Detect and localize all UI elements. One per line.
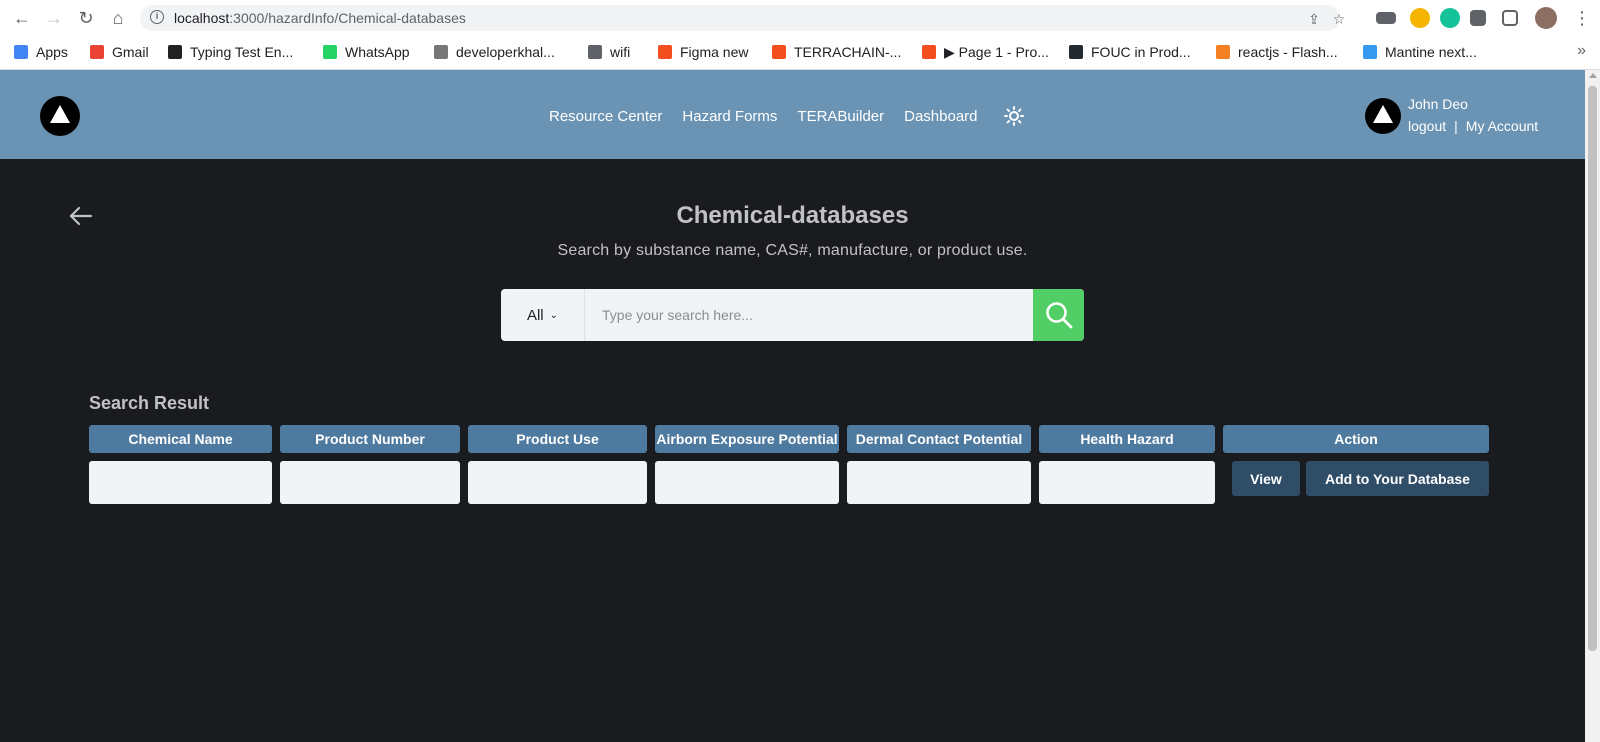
logout-link[interactable]: logout (1408, 118, 1446, 134)
bookmark-item[interactable]: TERRACHAIN-... (772, 42, 901, 62)
table-cell (468, 461, 647, 504)
bookmark-label: reactjs - Flash... (1238, 44, 1338, 60)
bookmark-favicon-icon (772, 45, 786, 59)
chevron-down-icon: ⌄ (549, 309, 559, 321)
extension-icon[interactable] (1376, 12, 1396, 24)
user-avatar[interactable] (1365, 98, 1401, 134)
bookmark-label: WhatsApp (345, 44, 410, 60)
bookmark-label: ▶ Page 1 - Pro... (944, 43, 1049, 60)
search-button[interactable] (1033, 289, 1084, 341)
scroll-up-icon[interactable] (1589, 73, 1597, 78)
my-account-link[interactable]: My Account (1466, 118, 1538, 134)
column-header: Dermal Contact Potential (847, 425, 1031, 453)
home-icon[interactable]: ⌂ (106, 6, 130, 30)
bookmark-item[interactable]: ▶ Page 1 - Pro... (922, 42, 1049, 62)
forward-icon[interactable]: → (42, 6, 66, 30)
sun-icon[interactable] (1004, 106, 1024, 126)
search-bar: All ⌄ (501, 289, 1084, 341)
add-to-database-button[interactable]: Add to Your Database (1306, 461, 1489, 496)
bookmark-favicon-icon (434, 45, 448, 59)
page-subtitle: Search by substance name, CAS#, manufact… (557, 242, 1028, 259)
search-filter-value: All (526, 306, 544, 324)
bookmark-favicon-icon (14, 45, 28, 59)
bookmark-label: Typing Test En... (190, 44, 294, 60)
link-separator: | (1454, 118, 1458, 134)
bookmark-favicon-icon (90, 45, 104, 59)
bookmark-label: FOUC in Prod... (1091, 44, 1191, 60)
nav-terabuilder[interactable]: TERABuilder (797, 108, 884, 125)
column-header: Chemical Name (89, 425, 272, 453)
table-cell (655, 461, 839, 504)
scrollbar-thumb[interactable] (1588, 86, 1597, 651)
side-panel-icon[interactable] (1502, 10, 1518, 26)
puzzle-icon[interactable] (1470, 10, 1486, 26)
bookmark-label: Figma new (680, 44, 749, 60)
browser-chrome: ← → ↻ ⌂ i localhost:3000/hazardInfo/Chem… (0, 0, 1600, 70)
bookmark-favicon-icon (168, 45, 182, 59)
bookmarks-overflow-icon[interactable]: » (1577, 42, 1586, 60)
user-name: John Deo (1408, 96, 1468, 112)
column-header: Action (1223, 425, 1489, 453)
table-cell (89, 461, 272, 504)
bookmark-item[interactable]: developerkhal... (434, 42, 555, 62)
profile-avatar[interactable] (1535, 7, 1557, 29)
column-header: Health Hazard (1039, 425, 1215, 453)
bookmark-label: Mantine next... (1385, 44, 1477, 60)
back-icon[interactable]: ← (10, 6, 34, 30)
bookmark-favicon-icon (658, 45, 672, 59)
bookmark-item[interactable]: Apps (14, 42, 68, 62)
bookmark-favicon-icon (323, 45, 337, 59)
bookmark-item[interactable]: WhatsApp (323, 42, 410, 62)
table-cell (1039, 461, 1215, 504)
main-nav: Resource Center Hazard Forms TERABuilder… (549, 108, 978, 125)
bookmark-favicon-icon (922, 45, 936, 59)
bookmark-label: TERRACHAIN-... (794, 44, 902, 60)
bookmark-label: Gmail (112, 44, 149, 60)
table-cell (280, 461, 460, 504)
bookmark-label: developerkhal... (456, 44, 555, 60)
bookmark-label: Apps (36, 44, 68, 60)
bookmark-favicon-icon (588, 45, 602, 59)
page-scrollbar[interactable] (1585, 70, 1600, 742)
bookmarks-bar: Apps Gmail Typing Test En... WhatsApp develo… (0, 38, 1600, 64)
bookmark-item[interactable]: Typing Test En... (168, 42, 293, 62)
view-button[interactable]: View (1232, 461, 1300, 496)
bookmark-favicon-icon (1216, 45, 1230, 59)
grammarly-icon[interactable] (1440, 8, 1460, 28)
bookmark-favicon-icon (1069, 45, 1083, 59)
user-links: logout | My Account (1408, 118, 1538, 134)
extension-icon[interactable] (1410, 8, 1430, 28)
bookmark-item[interactable]: Figma new (658, 42, 748, 62)
bookmark-star-icon[interactable]: ☆ (1331, 11, 1347, 27)
bookmark-item[interactable]: reactjs - Flash... (1216, 42, 1338, 62)
bookmark-label: wifi (610, 44, 631, 60)
logo[interactable] (40, 96, 80, 136)
bookmark-item[interactable]: FOUC in Prod... (1069, 42, 1191, 62)
bookmark-favicon-icon (1363, 45, 1377, 59)
column-header: Product Number (280, 425, 460, 453)
search-icon (1045, 302, 1072, 329)
bookmark-item[interactable]: wifi (588, 42, 630, 62)
nav-dashboard[interactable]: Dashboard (904, 108, 977, 125)
nav-hazard-forms[interactable]: Hazard Forms (682, 108, 777, 125)
reload-icon[interactable]: ↻ (74, 6, 98, 30)
page-title: Chemical-databases (676, 202, 909, 229)
nav-resource-center[interactable]: Resource Center (549, 108, 662, 125)
address-bar[interactable]: i localhost:3000/hazardInfo/Chemical-dat… (140, 5, 1345, 31)
search-input[interactable] (587, 289, 1031, 341)
site-info-icon[interactable]: i (150, 10, 164, 24)
url-text: localhost:3000/hazardInfo/Chemical-datab… (174, 10, 466, 26)
share-icon[interactable]: ⇪ (1306, 11, 1322, 27)
bookmark-item[interactable]: Gmail (90, 42, 149, 62)
search-filter-select[interactable]: All ⌄ (501, 289, 585, 341)
column-header: Product Use (468, 425, 647, 453)
table-cell (847, 461, 1031, 504)
browser-toolbar: ← → ↻ ⌂ i localhost:3000/hazardInfo/Chem… (0, 0, 1600, 36)
results-title: Search Result (89, 393, 210, 413)
app-header: Resource Center Hazard Forms TERABuilder… (0, 70, 1585, 159)
bookmark-item[interactable]: Mantine next... (1363, 42, 1477, 62)
column-header: Airborn Exposure Potential (655, 425, 839, 453)
menu-dots-icon[interactable]: ⋮ (1570, 6, 1594, 30)
